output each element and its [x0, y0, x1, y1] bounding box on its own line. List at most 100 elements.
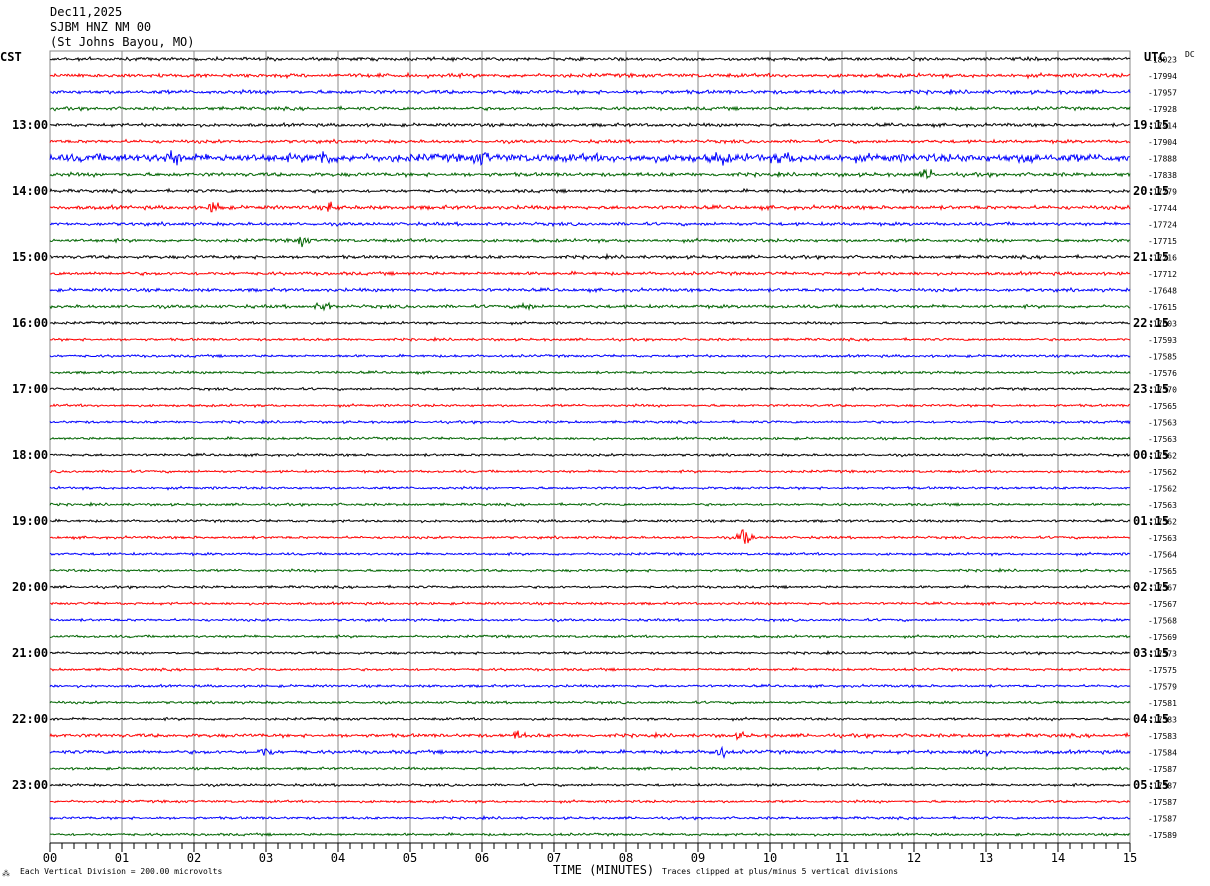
utc-hour-label: 21:15 — [1133, 250, 1169, 264]
scale-note: Each Vertical Division = 200.00 microvol… — [20, 867, 222, 876]
x-tick-label: 01 — [115, 851, 129, 865]
cst-hour-label: 21:00 — [12, 646, 48, 660]
dc-offset-label: -17744 — [1148, 204, 1177, 213]
date-label: Dec11,2025 — [50, 5, 122, 19]
utc-hour-label: 23:15 — [1133, 382, 1169, 396]
trace-row — [49, 286, 1131, 294]
dc-offset-label: -17904 — [1148, 138, 1177, 147]
dc-offset-label: -17583 — [1148, 732, 1177, 741]
dc-offset-label: -17576 — [1148, 369, 1177, 378]
trace-row — [49, 71, 1131, 80]
dc-offset-label: -17567 — [1148, 600, 1177, 609]
dc-offset-label: -17569 — [1148, 633, 1177, 642]
trace-row — [49, 386, 1131, 392]
utc-hour-label: 22:15 — [1133, 316, 1169, 330]
utc-hour-label: 03:15 — [1133, 646, 1169, 660]
trace-row — [49, 270, 1131, 277]
x-tick-label: 02 — [187, 851, 201, 865]
trace-row — [49, 320, 1131, 326]
x-tick-label: 04 — [331, 851, 345, 865]
dc-offset-label: -17715 — [1148, 237, 1177, 246]
dc-offset-label: -17564 — [1148, 551, 1177, 560]
trace-row — [49, 55, 1131, 63]
trace-row — [49, 236, 1131, 248]
logo-mark: ⁂ — [2, 869, 10, 878]
trace-row — [49, 814, 1131, 821]
trace-row — [49, 121, 1131, 129]
dc-offset-label: -17838 — [1148, 171, 1177, 180]
x-tick-label: 13 — [979, 851, 993, 865]
x-tick-label: 12 — [907, 851, 921, 865]
x-tick-label: 05 — [403, 851, 417, 865]
dc-offset-label: -17581 — [1148, 699, 1177, 708]
trace-row — [49, 716, 1131, 722]
cst-hour-label: 16:00 — [12, 316, 48, 330]
trace-row — [49, 666, 1131, 673]
cst-hour-label: 18:00 — [12, 448, 48, 462]
x-tick-label: 11 — [835, 851, 849, 865]
dc-offset-label: -17568 — [1148, 617, 1177, 626]
trace-row — [49, 730, 1131, 741]
cst-hour-label: 17:00 — [12, 382, 48, 396]
trace-row — [49, 138, 1131, 145]
cst-hour-label: 22:00 — [12, 712, 48, 726]
trace-row — [49, 452, 1131, 458]
trace-row — [49, 700, 1131, 705]
dc-offset-label: -17565 — [1148, 567, 1177, 576]
dc-offset-label: -17648 — [1148, 287, 1177, 296]
trace-row — [49, 766, 1130, 772]
dc-offset-label: -17563 — [1148, 419, 1177, 428]
utc-hour-label: 00:15 — [1133, 448, 1169, 462]
utc-hour-label: 02:15 — [1133, 580, 1169, 594]
dc-offset-label: -17928 — [1148, 105, 1177, 114]
trace-row — [49, 252, 1131, 261]
trace-row — [49, 220, 1131, 228]
cst-hour-label: 13:00 — [12, 118, 48, 132]
trace-row — [49, 501, 1130, 508]
dc-offset-label: -17563 — [1148, 435, 1177, 444]
dc-offset-label: -17593 — [1148, 336, 1177, 345]
dc-offset-label: -17562 — [1148, 485, 1177, 494]
trace-row — [49, 832, 1131, 837]
dc-offset-label: -17589 — [1148, 831, 1177, 840]
trace-row — [49, 168, 1131, 180]
x-tick-label: 14 — [1051, 851, 1065, 865]
dc-offset-label: -17579 — [1148, 683, 1177, 692]
utc-hour-label: 01:15 — [1133, 514, 1169, 528]
trace-row — [49, 551, 1131, 557]
trace-row — [49, 617, 1131, 623]
dc-offset-label: -17575 — [1148, 666, 1177, 675]
dc-offset-label: -17994 — [1148, 72, 1177, 81]
trace-row — [49, 634, 1131, 640]
trace-row — [49, 403, 1130, 409]
utc-hour-label: 04:15 — [1133, 712, 1169, 726]
location-label: (St Johns Bayou, MO) — [50, 35, 195, 49]
trace-row — [49, 529, 1131, 544]
trace-row — [49, 485, 1131, 491]
utc-hour-label: 19:15 — [1133, 118, 1169, 132]
dc-offset-label: -17957 — [1148, 89, 1177, 98]
dc-offset-label: -17587 — [1148, 765, 1177, 774]
trace-row — [49, 436, 1131, 441]
trace-row — [49, 187, 1131, 195]
trace-row — [49, 745, 1131, 760]
dc-offset-label: -17563 — [1148, 534, 1177, 543]
x-tick-label: 00 — [43, 851, 57, 865]
cst-hour-label: 20:00 — [12, 580, 48, 594]
cst-hour-label: 14:00 — [12, 184, 48, 198]
cst-timezone-label: CST — [0, 50, 22, 64]
dc-offset-label: -17712 — [1148, 270, 1177, 279]
dc-offset-label: -17724 — [1148, 221, 1177, 230]
cst-hour-label: 15:00 — [12, 250, 48, 264]
utc-hour-label: 05:15 — [1133, 778, 1169, 792]
trace-row — [49, 683, 1131, 689]
trace-row — [49, 105, 1131, 112]
trace-row — [49, 353, 1131, 359]
x-tick-label: 03 — [259, 851, 273, 865]
trace-row — [49, 799, 1131, 805]
x-tick-label: 06 — [475, 851, 489, 865]
cst-hour-label: 19:00 — [12, 514, 48, 528]
trace-row — [49, 601, 1130, 607]
x-axis-label: TIME (MINUTES) — [553, 863, 654, 877]
trace-row — [49, 518, 1131, 524]
